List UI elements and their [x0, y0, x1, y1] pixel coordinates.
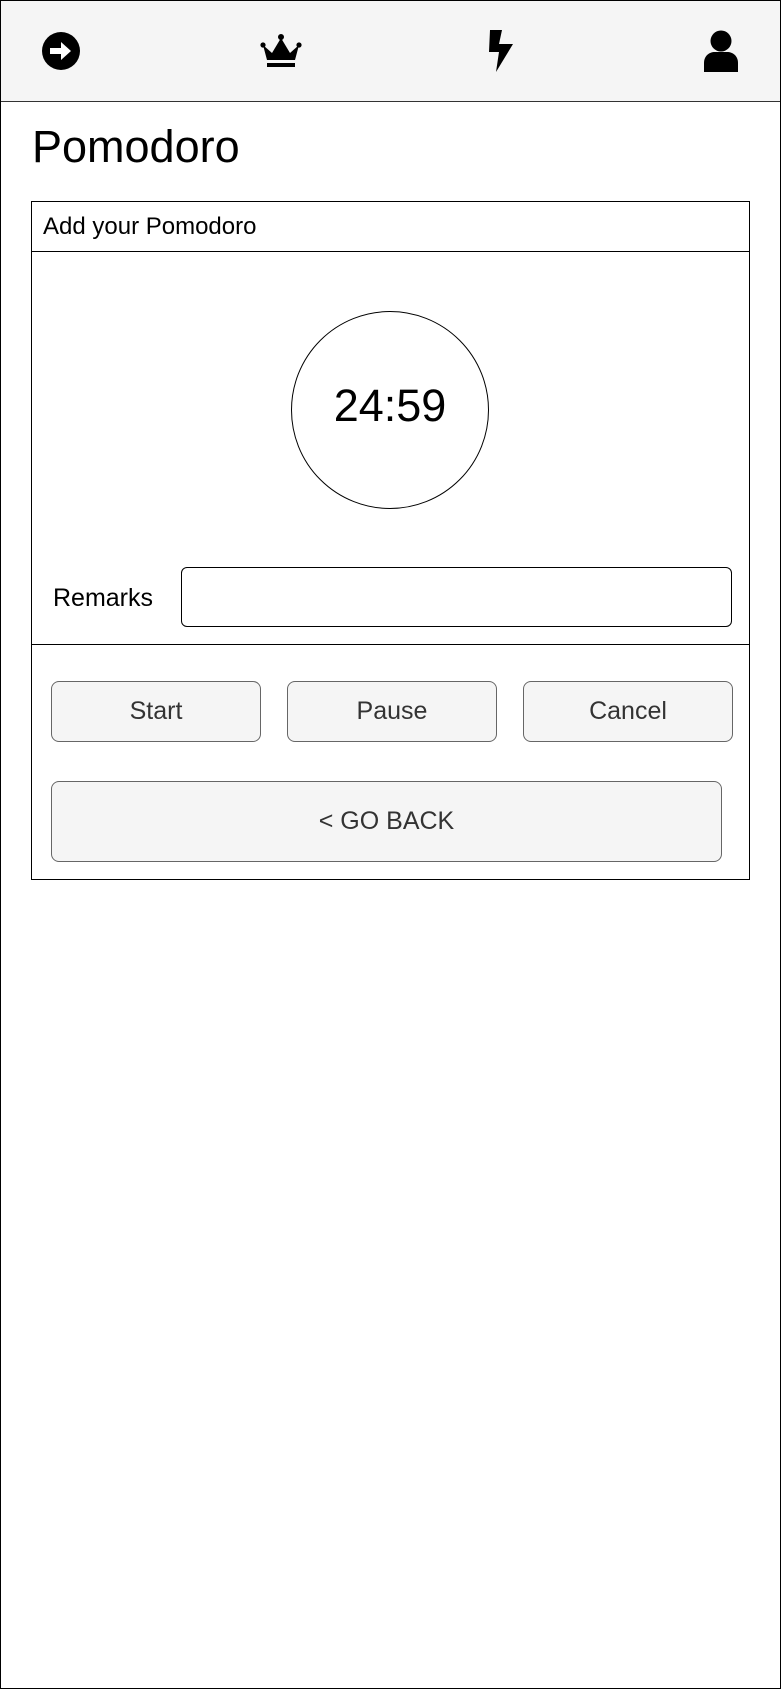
pomodoro-card: Add your Pomodoro 24:59 Remarks Start Pa…	[31, 201, 750, 880]
cancel-button[interactable]: Cancel	[523, 681, 733, 742]
arrow-right-circle-icon	[42, 32, 80, 70]
app-frame: Pomodoro Add your Pomodoro 24:59 Remarks…	[0, 0, 781, 1689]
timer-circle: 24:59	[291, 311, 489, 509]
card-divider	[32, 644, 749, 645]
pause-button[interactable]: Pause	[287, 681, 497, 742]
nav-item-profile[interactable]	[697, 27, 745, 75]
nav-item-forward[interactable]	[37, 27, 85, 75]
top-navbar	[1, 1, 780, 102]
crown-icon	[260, 34, 302, 67]
page-title: Pomodoro	[32, 121, 240, 172]
remarks-label: Remarks	[53, 584, 154, 612]
nav-item-leaderboard[interactable]	[257, 27, 305, 75]
timer-display: 24:59	[333, 380, 447, 431]
start-button[interactable]: Start	[51, 681, 261, 742]
card-header: Add your Pomodoro	[32, 202, 749, 252]
user-icon	[704, 30, 738, 72]
nav-item-activity[interactable]	[477, 27, 525, 75]
remarks-input[interactable]	[181, 567, 732, 627]
go-back-button[interactable]: < GO BACK	[51, 781, 722, 862]
lightning-bolt-icon	[489, 30, 513, 72]
